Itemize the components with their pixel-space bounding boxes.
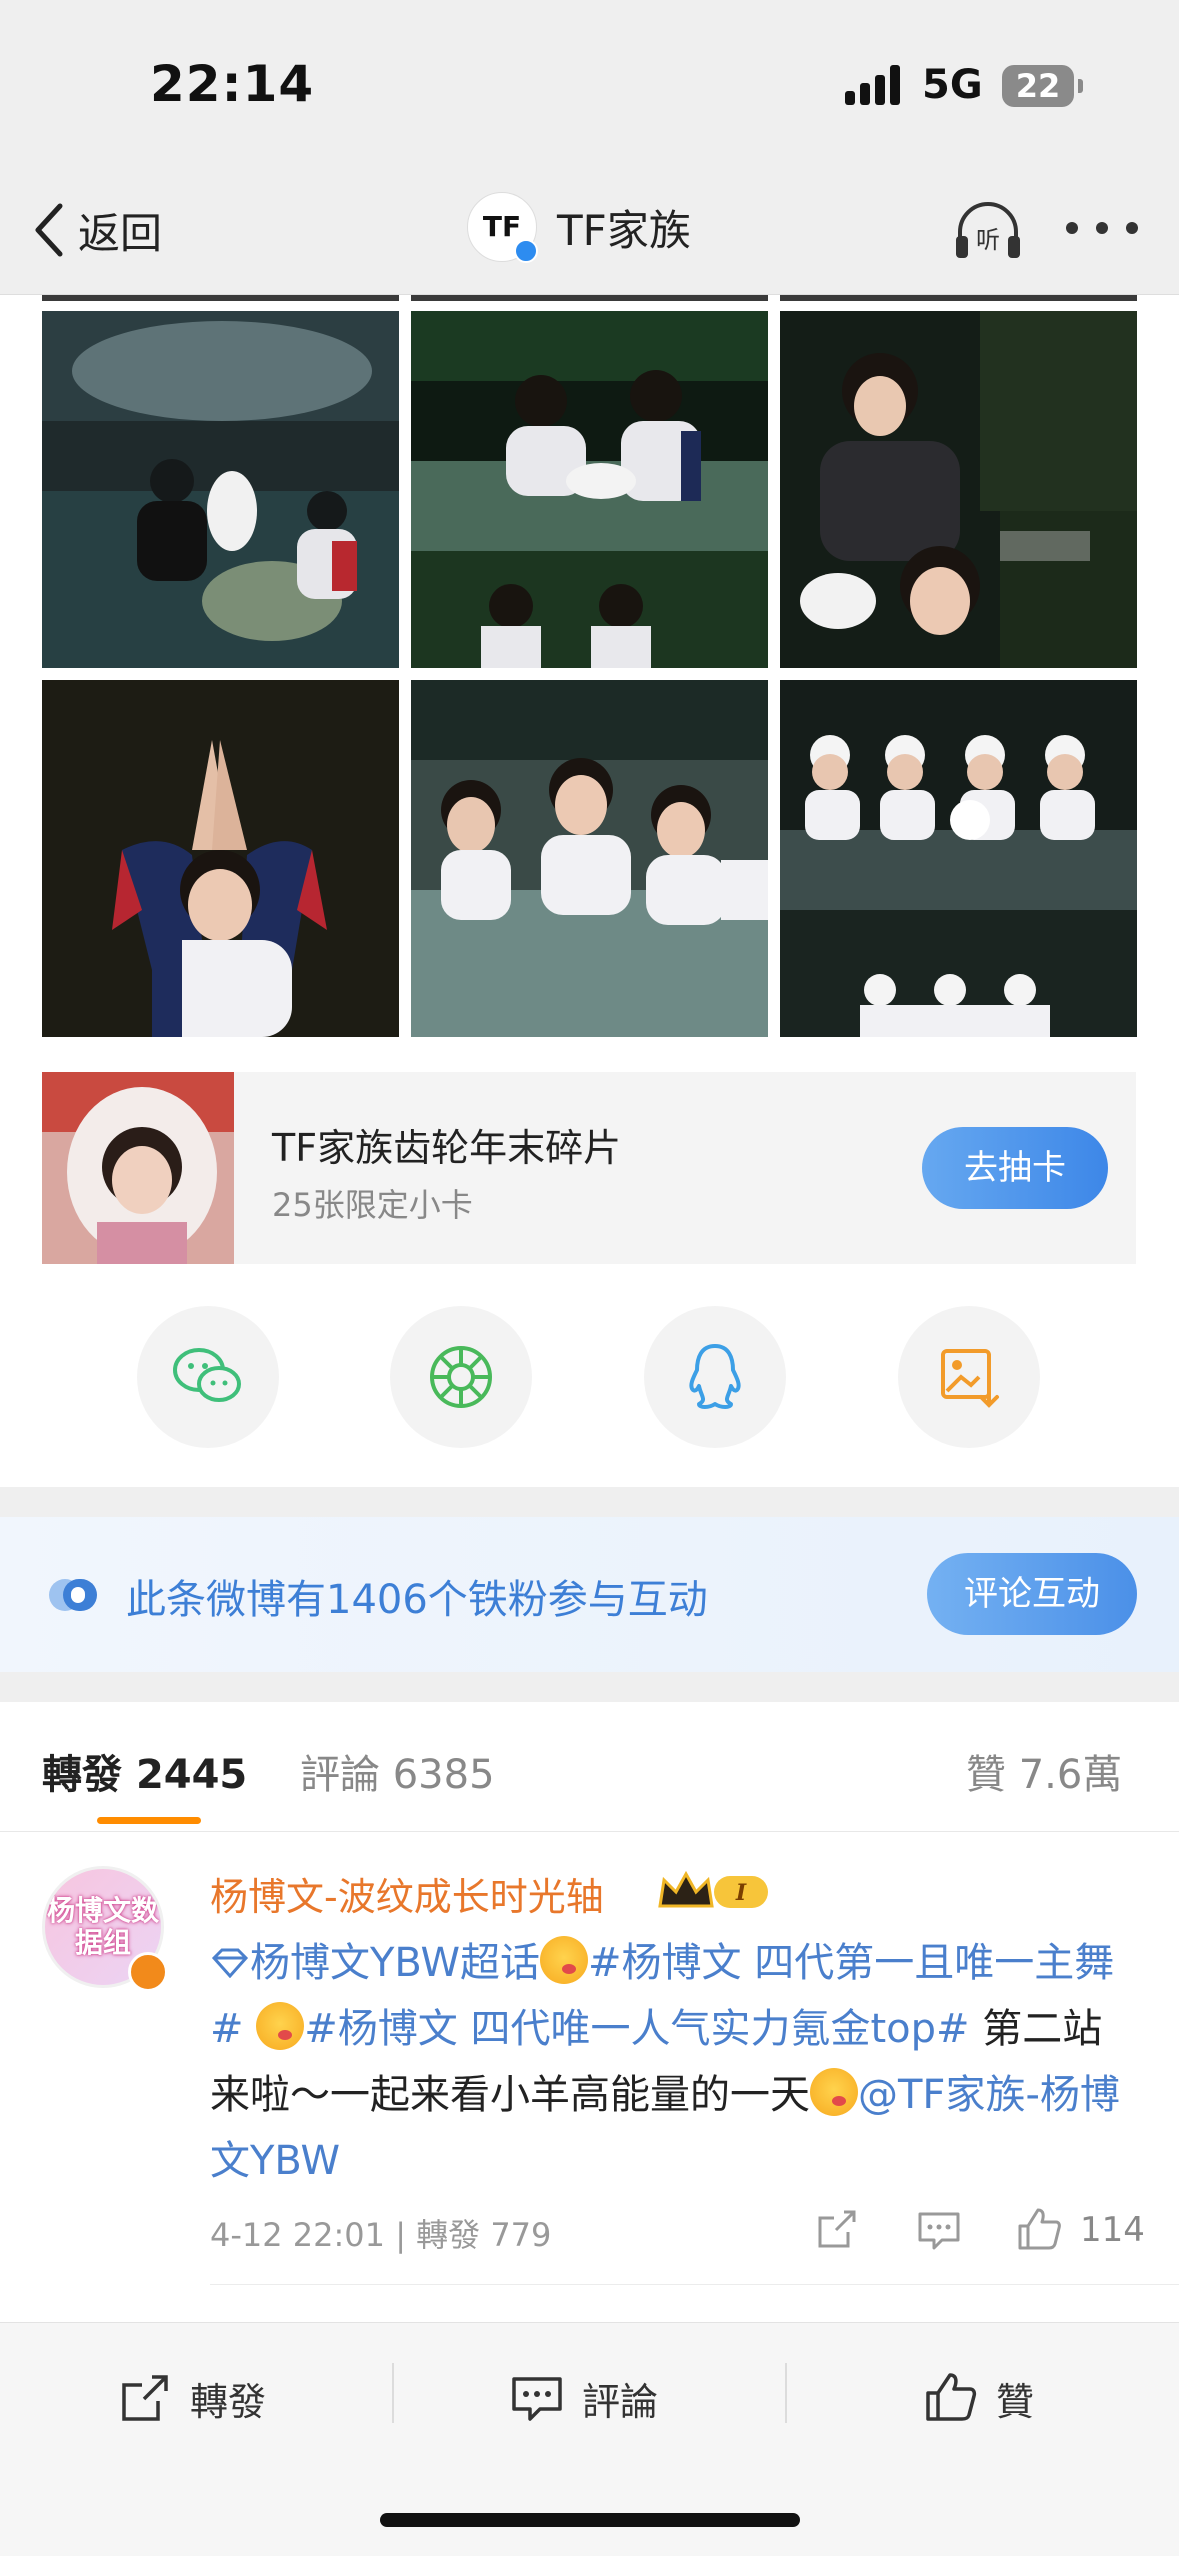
- comment-icon[interactable]: [916, 2206, 962, 2252]
- repost-icon[interactable]: [814, 2206, 860, 2252]
- tab-likes-label: 贊: [966, 1752, 1006, 1798]
- section-divider: [0, 1487, 1179, 1517]
- tab-comments-label: 評論: [300, 1752, 380, 1798]
- diamond-icon: [211, 1948, 249, 1979]
- post-photo[interactable]: [411, 680, 768, 1037]
- tab-comments[interactable]: 評論 6385: [300, 1742, 495, 1800]
- post-photo[interactable]: [780, 680, 1137, 1037]
- comment-text: 杨博文YBW超话 #杨博文 四代第一且唯一主舞# #杨博文 四代唯一人气实力氪金t…: [210, 1930, 1140, 2194]
- home-indicator: [380, 2513, 800, 2527]
- back-button[interactable]: 返回: [30, 195, 162, 265]
- comment-label: 評論: [582, 2379, 659, 2424]
- post-tabs: 轉發 2445 評論 6385 贊 7.6萬: [0, 1702, 1179, 1832]
- repost-icon: [122, 2375, 168, 2421]
- crown-badge-icon: I: [658, 1870, 768, 1908]
- comment-divider: [210, 2284, 1179, 2285]
- nav-account[interactable]: TF TF家族: [467, 192, 691, 263]
- wechat-icon: [173, 1348, 241, 1402]
- share-qq-button[interactable]: [644, 1306, 786, 1448]
- page-title: TF家族: [557, 205, 691, 255]
- save-image-icon: [941, 1349, 999, 1408]
- like-button[interactable]: 贊: [924, 2363, 1034, 2433]
- moments-icon: [430, 1346, 492, 1408]
- avatar-text: 杨博文数据组: [46, 1894, 159, 1959]
- dot-icon: [1126, 222, 1138, 234]
- super-topic-label: 杨博文YBW超话: [250, 1940, 540, 1986]
- promo-subtitle: 25张限定小卡: [272, 1186, 473, 1224]
- battery-icon: 22: [1002, 65, 1074, 107]
- chevron-left-icon: [35, 203, 63, 257]
- post-photo[interactable]: [42, 311, 399, 668]
- comment-like-count: 114: [1080, 2210, 1145, 2250]
- emoji-icon: [256, 2002, 305, 2050]
- divider: [392, 2363, 394, 2423]
- like-label: 贊: [996, 2379, 1035, 2424]
- super-topic-link[interactable]: 杨博文YBW超话: [210, 1940, 540, 1986]
- photo-strip: [780, 295, 1137, 301]
- tab-comments-count: 6385: [392, 1752, 495, 1798]
- like-icon[interactable]: [1016, 2206, 1062, 2252]
- hashtag-link[interactable]: #杨博文 四代唯一人气实力氪金top#: [304, 2006, 969, 2052]
- status-bar: 22:14 5G 22: [0, 0, 1179, 170]
- post-photo[interactable]: [780, 311, 1137, 668]
- repost-label: 轉發: [190, 2379, 267, 2424]
- network-type: 5G: [922, 62, 983, 108]
- tab-reposts-count: 2445: [135, 1752, 248, 1798]
- post-photo[interactable]: [42, 680, 399, 1037]
- dot-icon: [1096, 222, 1108, 234]
- comment-interaction-button[interactable]: 评论互动: [927, 1553, 1137, 1635]
- avatar-logo-text: TF: [482, 210, 522, 243]
- repost-button[interactable]: 轉發: [118, 2363, 266, 2433]
- photo-strip: [42, 295, 399, 301]
- divider: [785, 2363, 787, 2423]
- post-photo[interactable]: [411, 311, 768, 668]
- save-image-button[interactable]: [898, 1306, 1040, 1448]
- avatar: TF: [467, 192, 538, 263]
- qq-icon: [689, 1344, 741, 1409]
- more-options-button[interactable]: [1066, 218, 1138, 238]
- comment-meta: 4-12 22:01 | 轉發 779: [210, 2216, 552, 2254]
- fans-text: 此条微博有1406个铁粉参与互动: [126, 1577, 708, 1623]
- promo-title: TF家族齿轮年末碎片: [272, 1126, 622, 1170]
- card-promo[interactable]: TF家族齿轮年末碎片 25张限定小卡 去抽卡: [42, 1072, 1136, 1264]
- battery-tip: [1078, 79, 1083, 93]
- dot-icon: [1066, 222, 1078, 234]
- svg-text:听: 听: [976, 226, 1000, 254]
- verified-badge-icon: [128, 1952, 168, 1992]
- share-wechat-button[interactable]: [137, 1306, 279, 1448]
- comment-username[interactable]: 杨博文-波纹成长时光轴: [210, 1866, 604, 1921]
- comment-icon: [512, 2377, 562, 2421]
- svg-text:I: I: [735, 1880, 747, 1906]
- status-time: 22:14: [150, 55, 315, 113]
- active-tab-indicator: [97, 1817, 201, 1824]
- bottom-action-bar: 轉發 評論 贊: [0, 2322, 1179, 2556]
- tab-reposts[interactable]: 轉發 2445: [42, 1742, 247, 1800]
- share-moments-button[interactable]: [390, 1306, 532, 1448]
- tab-likes-count: 7.6萬: [1018, 1752, 1123, 1798]
- signal-icon: [845, 65, 907, 105]
- comment-button[interactable]: 評論: [510, 2363, 658, 2433]
- verified-badge-icon: [514, 239, 538, 263]
- like-icon: [926, 2373, 977, 2421]
- nav-bar: 返回 TF TF家族 听: [0, 170, 1179, 295]
- tab-reposts-label: 轉發: [42, 1752, 122, 1798]
- section-divider: [0, 1672, 1179, 1702]
- tab-likes[interactable]: 贊 7.6萬: [966, 1742, 1122, 1800]
- photo-strip: [411, 295, 768, 301]
- headphones-icon[interactable]: 听: [950, 196, 1026, 266]
- draw-card-button[interactable]: 去抽卡: [922, 1127, 1108, 1209]
- emoji-icon: [540, 1936, 588, 1984]
- emoji-icon: [810, 2068, 858, 2116]
- fans-interaction-banner: 此条微博有1406个铁粉参与互动 评论互动: [0, 1517, 1179, 1672]
- back-label: 返回: [78, 208, 163, 258]
- fans-icon: [49, 1579, 97, 1611]
- promo-image: [42, 1072, 234, 1264]
